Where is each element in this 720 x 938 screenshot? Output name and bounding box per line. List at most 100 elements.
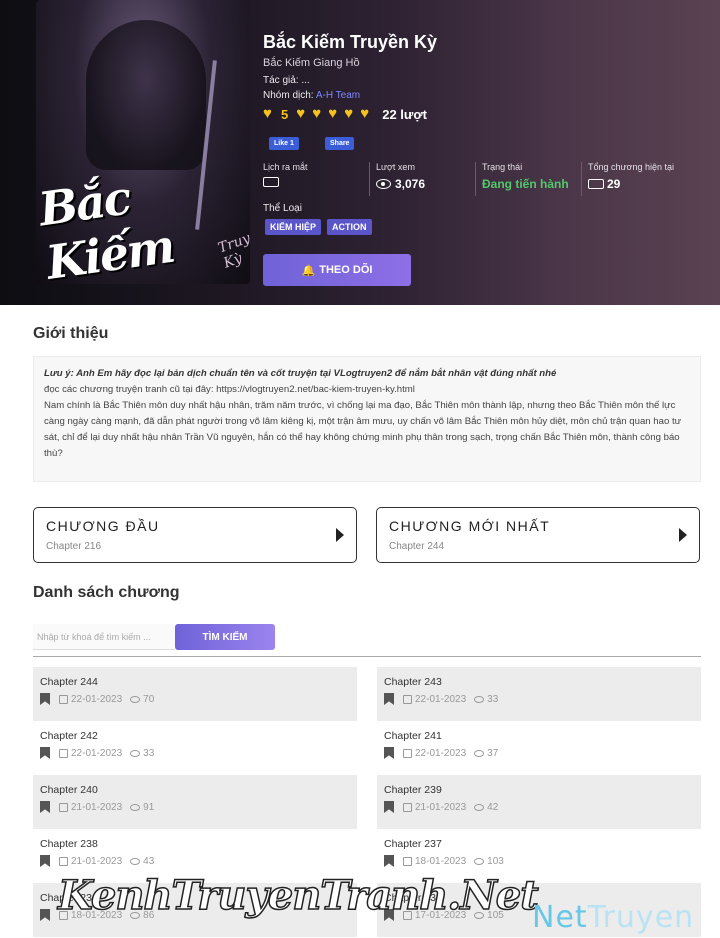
bookmark-icon[interactable] [384,693,394,705]
chapter-meta: 21-01-2023 43 [40,855,350,867]
chapter-views: 70 [143,693,155,705]
stats-row: Lịch ra mắt Lượt xem 3,076 Trạng thái Đa… [263,162,687,196]
intro-heading: Giới thiệu [33,325,109,342]
calendar-icon [59,694,68,704]
stat-total-label: Tổng chương hiện tại [588,162,674,172]
eye-icon [130,749,141,757]
watermark-script: KenhTruyenTranh.Net [57,871,539,920]
intro-box: Lưu ý: Anh Em hãy đọc lại bản dịch chuẩn… [33,356,701,482]
stat-total: Tổng chương hiện tại 29 [581,162,687,196]
stat-status-value: Đang tiến hành [482,177,569,191]
list-icon [588,179,604,189]
chapter-item[interactable]: Chapter 242 22-01-2023 33 [33,721,357,775]
cover-image: Bắc Kiếm Truyền Kỳ [36,0,250,284]
calendar-icon [59,856,68,866]
facebook-like-button[interactable]: Like 1 [269,137,299,150]
chapter-name[interactable]: Chapter 243 [384,676,694,688]
chapter-views: 37 [487,747,499,759]
chapter-date: 22-01-2023 [415,747,467,759]
first-chapter-label: CHƯƠNG ĐẦU [46,518,160,534]
chapter-date: 22-01-2023 [71,747,123,759]
chapter-date: 18-01-2023 [415,855,467,867]
stat-total-value: 29 [607,177,621,191]
watermark-logo-a: Net [532,900,588,935]
first-chapter-button[interactable]: CHƯƠNG ĐẦU Chapter 216 [33,507,357,563]
bookmark-icon[interactable] [40,855,50,867]
eye-icon [474,857,485,865]
chapter-list-heading: Danh sách chương [33,584,180,601]
follow-button[interactable]: 🔔 THEO DÕI [263,254,411,286]
chapter-name[interactable]: Chapter 238 [40,838,350,850]
bookmark-icon[interactable] [40,801,50,813]
latest-chapter-button[interactable]: CHƯƠNG MỚI NHẤT Chapter 244 [376,507,700,563]
watermark-logo: NetTruyen [532,900,694,935]
chapter-item[interactable]: Chapter 240 21-01-2023 91 [33,775,357,829]
eye-icon [474,695,485,703]
chapter-name[interactable]: Chapter 242 [40,730,350,742]
calendar-icon [263,177,279,187]
chapter-views: 91 [143,801,155,813]
chapter-name[interactable]: Chapter 241 [384,730,694,742]
bookmark-icon[interactable] [40,693,50,705]
stat-status-label: Trạng thái [482,162,523,172]
chapter-meta: 18-01-2023 103 [384,855,694,867]
eye-icon [130,695,141,703]
bookmark-icon[interactable] [384,747,394,759]
eye-icon [474,803,485,811]
chapter-meta: 22-01-2023 33 [40,747,350,759]
chapter-item[interactable]: Chapter 241 22-01-2023 37 [377,721,701,775]
chapter-item[interactable]: Chapter 244 22-01-2023 70 [33,667,357,721]
cover-title-art: Bắc Kiếm [36,170,177,284]
heart-icon[interactable] [328,105,342,122]
group-link[interactable]: A-H Team [316,90,360,101]
bookmark-icon[interactable] [40,747,50,759]
eye-icon [130,803,141,811]
heart-icon[interactable] [312,105,326,122]
chapter-name[interactable]: Chapter 240 [40,784,350,796]
calendar-icon [59,802,68,812]
search-button[interactable]: TÌM KIẾM [175,624,275,650]
chapter-views: 43 [143,855,155,867]
genre-tag[interactable]: KIẾM HIỆP [265,219,322,235]
intro-body: Nam chính là Bắc Thiên môn duy nhất hậu … [44,400,682,459]
bookmark-icon[interactable] [384,801,394,813]
eye-icon [474,749,485,757]
genre-tag[interactable]: ACTION [327,219,372,235]
chapter-meta: 22-01-2023 37 [384,747,694,759]
chapter-search-input[interactable] [33,624,175,650]
heart-icon[interactable] [296,105,310,122]
stat-views: Lượt xem 3,076 [369,162,475,196]
group-line: Nhóm dịch: A-H Team [263,90,360,101]
chapter-name[interactable]: Chapter 244 [40,676,350,688]
bookmark-icon[interactable] [40,909,50,921]
calendar-icon [59,748,68,758]
bookmark-icon[interactable] [384,855,394,867]
latest-chapter-number: Chapter 244 [389,541,445,552]
bell-icon: 🔔 [301,264,316,277]
play-arrow-icon [679,528,687,542]
intro-note: Lưu ý: Anh Em hãy đọc lại bản dịch chuẩn… [44,368,557,379]
chapter-date: 21-01-2023 [71,855,123,867]
chapter-date: 21-01-2023 [415,801,467,813]
manga-header: Bắc Kiếm Truyền Kỳ Bắc Kiếm Truyền Kỳ Bắ… [0,0,720,305]
group-label: Nhóm dịch: [263,90,314,101]
chapter-views: 33 [487,693,499,705]
facebook-share-button[interactable]: Share [325,137,355,150]
heart-icon[interactable] [360,105,374,122]
eye-icon [376,179,391,189]
chapter-date: 22-01-2023 [415,693,467,705]
chapter-item[interactable]: Chapter 239 21-01-2023 42 [377,775,701,829]
chapter-name[interactable]: Chapter 239 [384,784,694,796]
intro-old-link[interactable]: đọc các chương truyện tranh cũ tại đây: … [44,382,690,398]
eye-icon [130,857,141,865]
rating-score: 5 [281,107,289,122]
first-chapter-number: Chapter 216 [46,541,102,552]
stat-release-label: Lịch ra mắt [263,162,308,172]
heart-icon[interactable] [344,105,358,122]
rating: 5 22 lượt [263,105,427,123]
chapter-meta: 22-01-2023 70 [40,693,350,705]
genre-list: KIẾM HIỆP ACTION [265,219,372,235]
chapter-item[interactable]: Chapter 243 22-01-2023 33 [377,667,701,721]
chapter-name[interactable]: Chapter 237 [384,838,694,850]
author-line: Tác giả: ... [263,75,310,86]
